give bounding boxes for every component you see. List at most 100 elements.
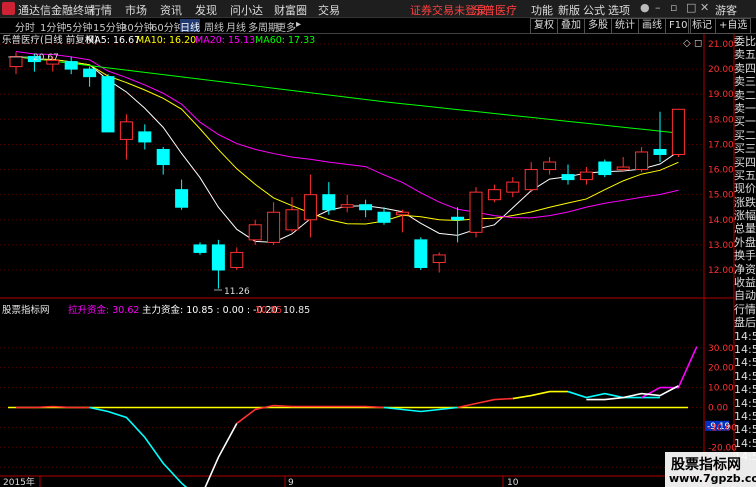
menu-zixun[interactable]: 资讯	[160, 2, 182, 18]
right-panel-item[interactable]: 涨幅	[734, 209, 756, 222]
candle-body	[303, 194, 317, 221]
kline-chart[interactable]: 乐普医疗(日线 前复权) MA5: 16.67 MA10: 16.20 MA20…	[0, 34, 756, 487]
right-panel-item[interactable]: 盘后	[734, 316, 756, 329]
right-panel-item[interactable]: 委比	[734, 35, 756, 48]
menu-faxian[interactable]: 发现	[195, 2, 217, 18]
price-tick-label: 21.00	[708, 40, 734, 50]
right-panel-item[interactable]: 买四	[734, 156, 756, 169]
menu-jiaoyi[interactable]: 交易	[318, 2, 340, 18]
candle-body	[119, 121, 133, 140]
stock-title: 乐普医疗(日线 前复权)	[2, 34, 98, 46]
button-add-watchlist[interactable]: +自选	[715, 18, 752, 34]
indicator-tick-label: 30.00	[708, 344, 734, 354]
close-icon[interactable]: ✕	[700, 1, 709, 14]
candle-body	[359, 204, 373, 211]
right-panel-item[interactable]: 14:56	[734, 423, 756, 436]
button-biaoji[interactable]: 标记	[688, 18, 716, 34]
right-panel-item[interactable]: 14:56	[734, 356, 756, 369]
indicator-tick-label: 0.00	[708, 404, 728, 414]
price-tick-label: 12.00	[708, 266, 734, 276]
candle-body	[487, 189, 501, 201]
right-panel-item[interactable]: 14:56	[734, 330, 756, 343]
price-tick-label: 17.00	[708, 140, 734, 150]
candle-body	[9, 56, 23, 68]
ma20-line	[15, 51, 679, 219]
menu-gongshi[interactable]: 公式	[583, 2, 605, 18]
candle-body	[451, 216, 465, 221]
right-panel-item[interactable]: 卖四	[734, 62, 756, 75]
menu-caifuquan[interactable]: 财富圈	[274, 2, 307, 18]
button-duogu[interactable]: 多股	[584, 18, 612, 34]
button-fuquan[interactable]: 复权	[530, 18, 558, 34]
tab-5min[interactable]: 5分钟	[66, 19, 92, 34]
indicator-title: 股票指标网	[2, 304, 50, 316]
tab-weekly[interactable]: 周线	[204, 19, 224, 34]
user-icon[interactable]: ●	[640, 1, 650, 14]
price-tick-label: 16.00	[708, 166, 734, 176]
ma60-label: MA60: 17.33	[255, 35, 315, 46]
right-panel-item[interactable]: 14:56	[734, 397, 756, 410]
app-logo-icon	[2, 2, 15, 15]
button-diejia[interactable]: 叠加	[557, 18, 585, 34]
right-panel-item[interactable]: 买一	[734, 115, 756, 128]
button-huaxian[interactable]: 画线	[638, 18, 666, 34]
right-panel-item[interactable]: 自动	[734, 289, 756, 302]
right-panel-item[interactable]: 卖一	[734, 102, 756, 115]
right-panel-item[interactable]: 买五	[734, 169, 756, 182]
restore-icon[interactable]: ▫	[670, 1, 677, 14]
minimize-icon[interactable]: –	[655, 1, 661, 14]
candle-body	[211, 244, 225, 271]
right-panel-item[interactable]: 外盘	[734, 236, 756, 249]
date-label-sep: 9	[288, 478, 294, 487]
right-panel-item[interactable]: 14:56	[734, 410, 756, 423]
right-panel-item[interactable]: 净资	[734, 263, 756, 276]
button-tongji[interactable]: 统计	[611, 18, 639, 34]
tab-monthly[interactable]: 月线	[226, 19, 246, 34]
menu-shichang[interactable]: 市场	[125, 2, 147, 18]
menu-xuanxiang[interactable]: 选项	[608, 2, 630, 18]
tab-more[interactable]: 更多	[276, 19, 296, 34]
indicator-tick-label: -10.00	[708, 423, 737, 433]
candle-body	[175, 189, 189, 208]
right-panel-item[interactable]: 买二	[734, 129, 756, 142]
price-tick-label: 19.00	[708, 90, 734, 100]
right-panel-item[interactable]: 卖三	[734, 75, 756, 88]
right-panel-item[interactable]: 行情	[734, 303, 756, 316]
candle-body	[414, 239, 428, 268]
settings-icon[interactable]: ◻	[694, 38, 702, 49]
tab-multi-period[interactable]: 多周期	[248, 19, 278, 34]
candle-body	[671, 108, 685, 155]
chevron-right-icon[interactable]: ▸	[296, 19, 301, 32]
menu-wenxiaoda[interactable]: 问小达	[230, 2, 263, 18]
collapse-icon[interactable]: ◇	[683, 38, 691, 49]
right-panel-item[interactable]: 总量	[734, 222, 756, 235]
tab-daily[interactable]: 日线	[180, 19, 200, 34]
tab-60min[interactable]: 60分钟	[151, 19, 184, 34]
right-panel-item[interactable]: 卖五	[734, 48, 756, 61]
tab-30min[interactable]: 30分钟	[121, 19, 154, 34]
right-panel-item[interactable]: 现价	[734, 182, 756, 195]
right-panel-item[interactable]: 14:56	[734, 343, 756, 356]
candle-body	[156, 148, 170, 166]
menu-xinban[interactable]: 新版	[558, 2, 580, 18]
ma5-label: MA5: 16.67	[86, 35, 140, 46]
right-panel-item[interactable]: 卖二	[734, 89, 756, 102]
candle-body	[543, 161, 557, 171]
right-panel-item[interactable]: 14:56	[734, 370, 756, 383]
menu-gongneng[interactable]: 功能	[531, 2, 553, 18]
price-axis: 21.00 20.00 19.00 18.00 17.00 16.00 15.00 14.00…	[708, 40, 734, 276]
user-guest[interactable]: 游客	[715, 2, 737, 18]
right-panel-item[interactable]: 14:56	[734, 383, 756, 396]
price-tick-label: 20.00	[708, 65, 734, 75]
watermark: 股票指标网 www.7gpzb.com	[665, 452, 756, 487]
menu-hangqing[interactable]: 行情	[90, 2, 112, 18]
tab-1min[interactable]: 1分钟	[40, 19, 66, 34]
candle-body	[395, 211, 409, 216]
right-panel-item[interactable]: 换手	[734, 249, 756, 262]
maximize-icon[interactable]: □	[686, 1, 696, 14]
right-panel-item[interactable]: 买三	[734, 142, 756, 155]
right-panel-item[interactable]: 14:56	[734, 437, 756, 450]
right-panel-item[interactable]: 涨跌	[734, 196, 756, 209]
right-panel-item[interactable]: 收益	[734, 276, 756, 289]
tab-fenshi[interactable]: 分时	[15, 19, 35, 34]
